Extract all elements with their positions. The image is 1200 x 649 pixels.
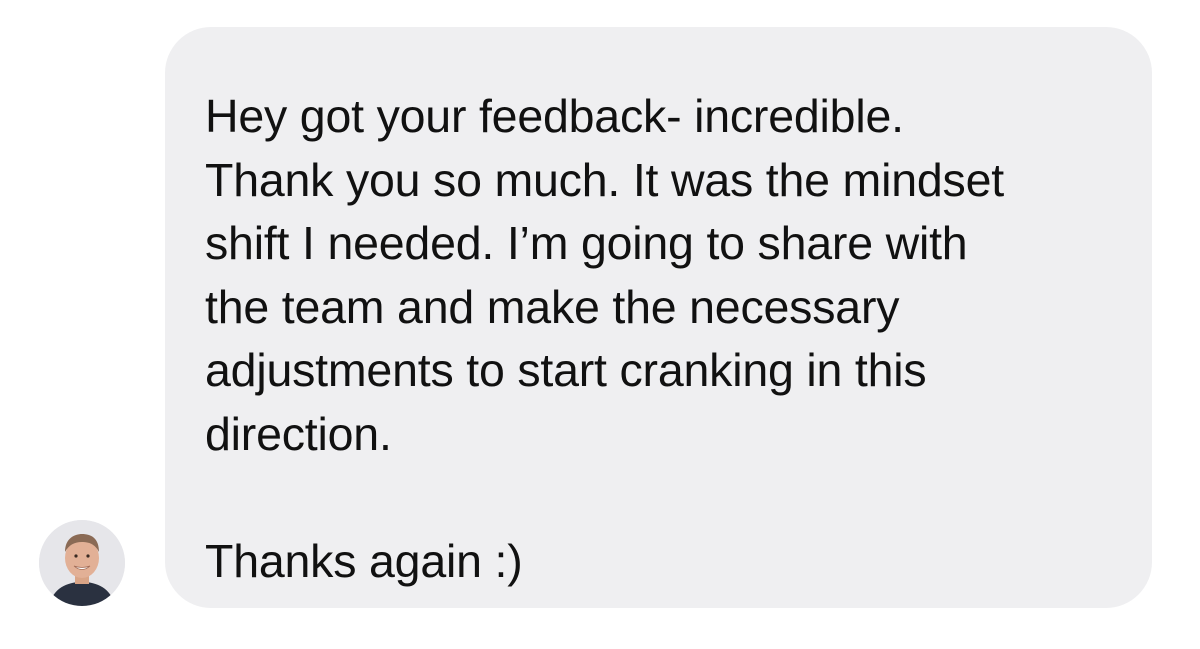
user-avatar-icon — [39, 520, 125, 606]
message-thread: Hey got your feedback- incredible. Thank… — [0, 0, 1200, 649]
message-text: Hey got your feedback- incredible. Thank… — [205, 90, 1004, 587]
message-bubble[interactable]: Hey got your feedback- incredible. Thank… — [165, 27, 1152, 608]
sender-avatar[interactable] — [39, 520, 125, 606]
